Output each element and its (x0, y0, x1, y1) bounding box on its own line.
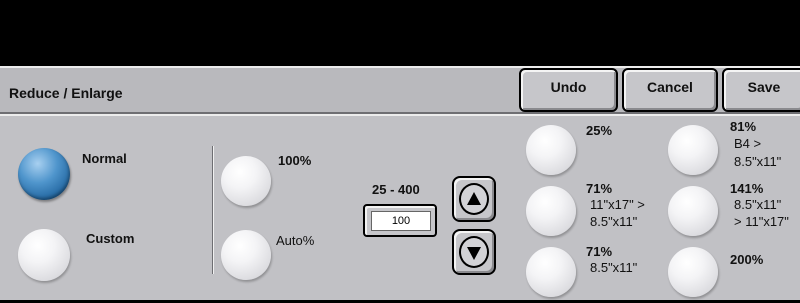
cancel-button[interactable]: Cancel (622, 68, 718, 112)
auto-percent-label: Auto% (276, 233, 315, 248)
percent-input[interactable]: 100 (371, 211, 431, 231)
save-button[interactable]: Save (722, 68, 800, 112)
percent-input-box[interactable]: 100 (363, 204, 437, 237)
preset-141-label: 141% (730, 181, 764, 196)
preset-81-line2: 8.5"x11" (734, 154, 782, 169)
preset-71-ledger-line1: 11"x17" > (590, 197, 645, 212)
preset-100-button[interactable] (221, 156, 271, 206)
preset-71-letter-label: 71% (586, 244, 613, 259)
vertical-divider (212, 146, 214, 274)
range-label: 25 - 400 (372, 182, 420, 197)
top-black-bar (0, 0, 800, 66)
preset-141-line1: 8.5"x11" (734, 197, 782, 212)
preset-200-button[interactable] (668, 247, 718, 297)
header-bar: Reduce / Enlarge Undo Cancel Save (0, 66, 800, 114)
preset-71-letter-line1: 8.5"x11" (590, 260, 638, 275)
decrease-button[interactable] (452, 229, 496, 275)
preset-71-ledger-line2: 8.5"x11" (590, 214, 638, 229)
preset-25-label: 25% (586, 123, 613, 138)
preset-81-label: 81% (730, 119, 757, 134)
preset-81-line1: B4 > (734, 136, 762, 151)
up-arrow-icon (459, 183, 489, 215)
custom-label: Custom (86, 231, 135, 246)
preset-71-ledger-button[interactable] (526, 186, 576, 236)
preset-25-button[interactable] (526, 125, 576, 175)
preset-81-button[interactable] (668, 125, 718, 175)
preset-141-line2: > 11"x17" (734, 214, 789, 229)
custom-radio[interactable] (18, 229, 70, 281)
preset-100-label: 100% (278, 153, 312, 168)
increase-button[interactable] (452, 176, 496, 222)
auto-percent-button[interactable] (221, 230, 271, 280)
normal-label: Normal (82, 151, 127, 166)
preset-71-letter-button[interactable] (526, 247, 576, 297)
page-title: Reduce / Enlarge (9, 85, 123, 101)
undo-button[interactable]: Undo (519, 68, 618, 112)
normal-radio[interactable] (18, 148, 70, 200)
preset-200-label: 200% (730, 252, 764, 267)
down-arrow-icon (459, 236, 489, 268)
preset-141-button[interactable] (668, 186, 718, 236)
preset-71-ledger-label: 71% (586, 181, 613, 196)
